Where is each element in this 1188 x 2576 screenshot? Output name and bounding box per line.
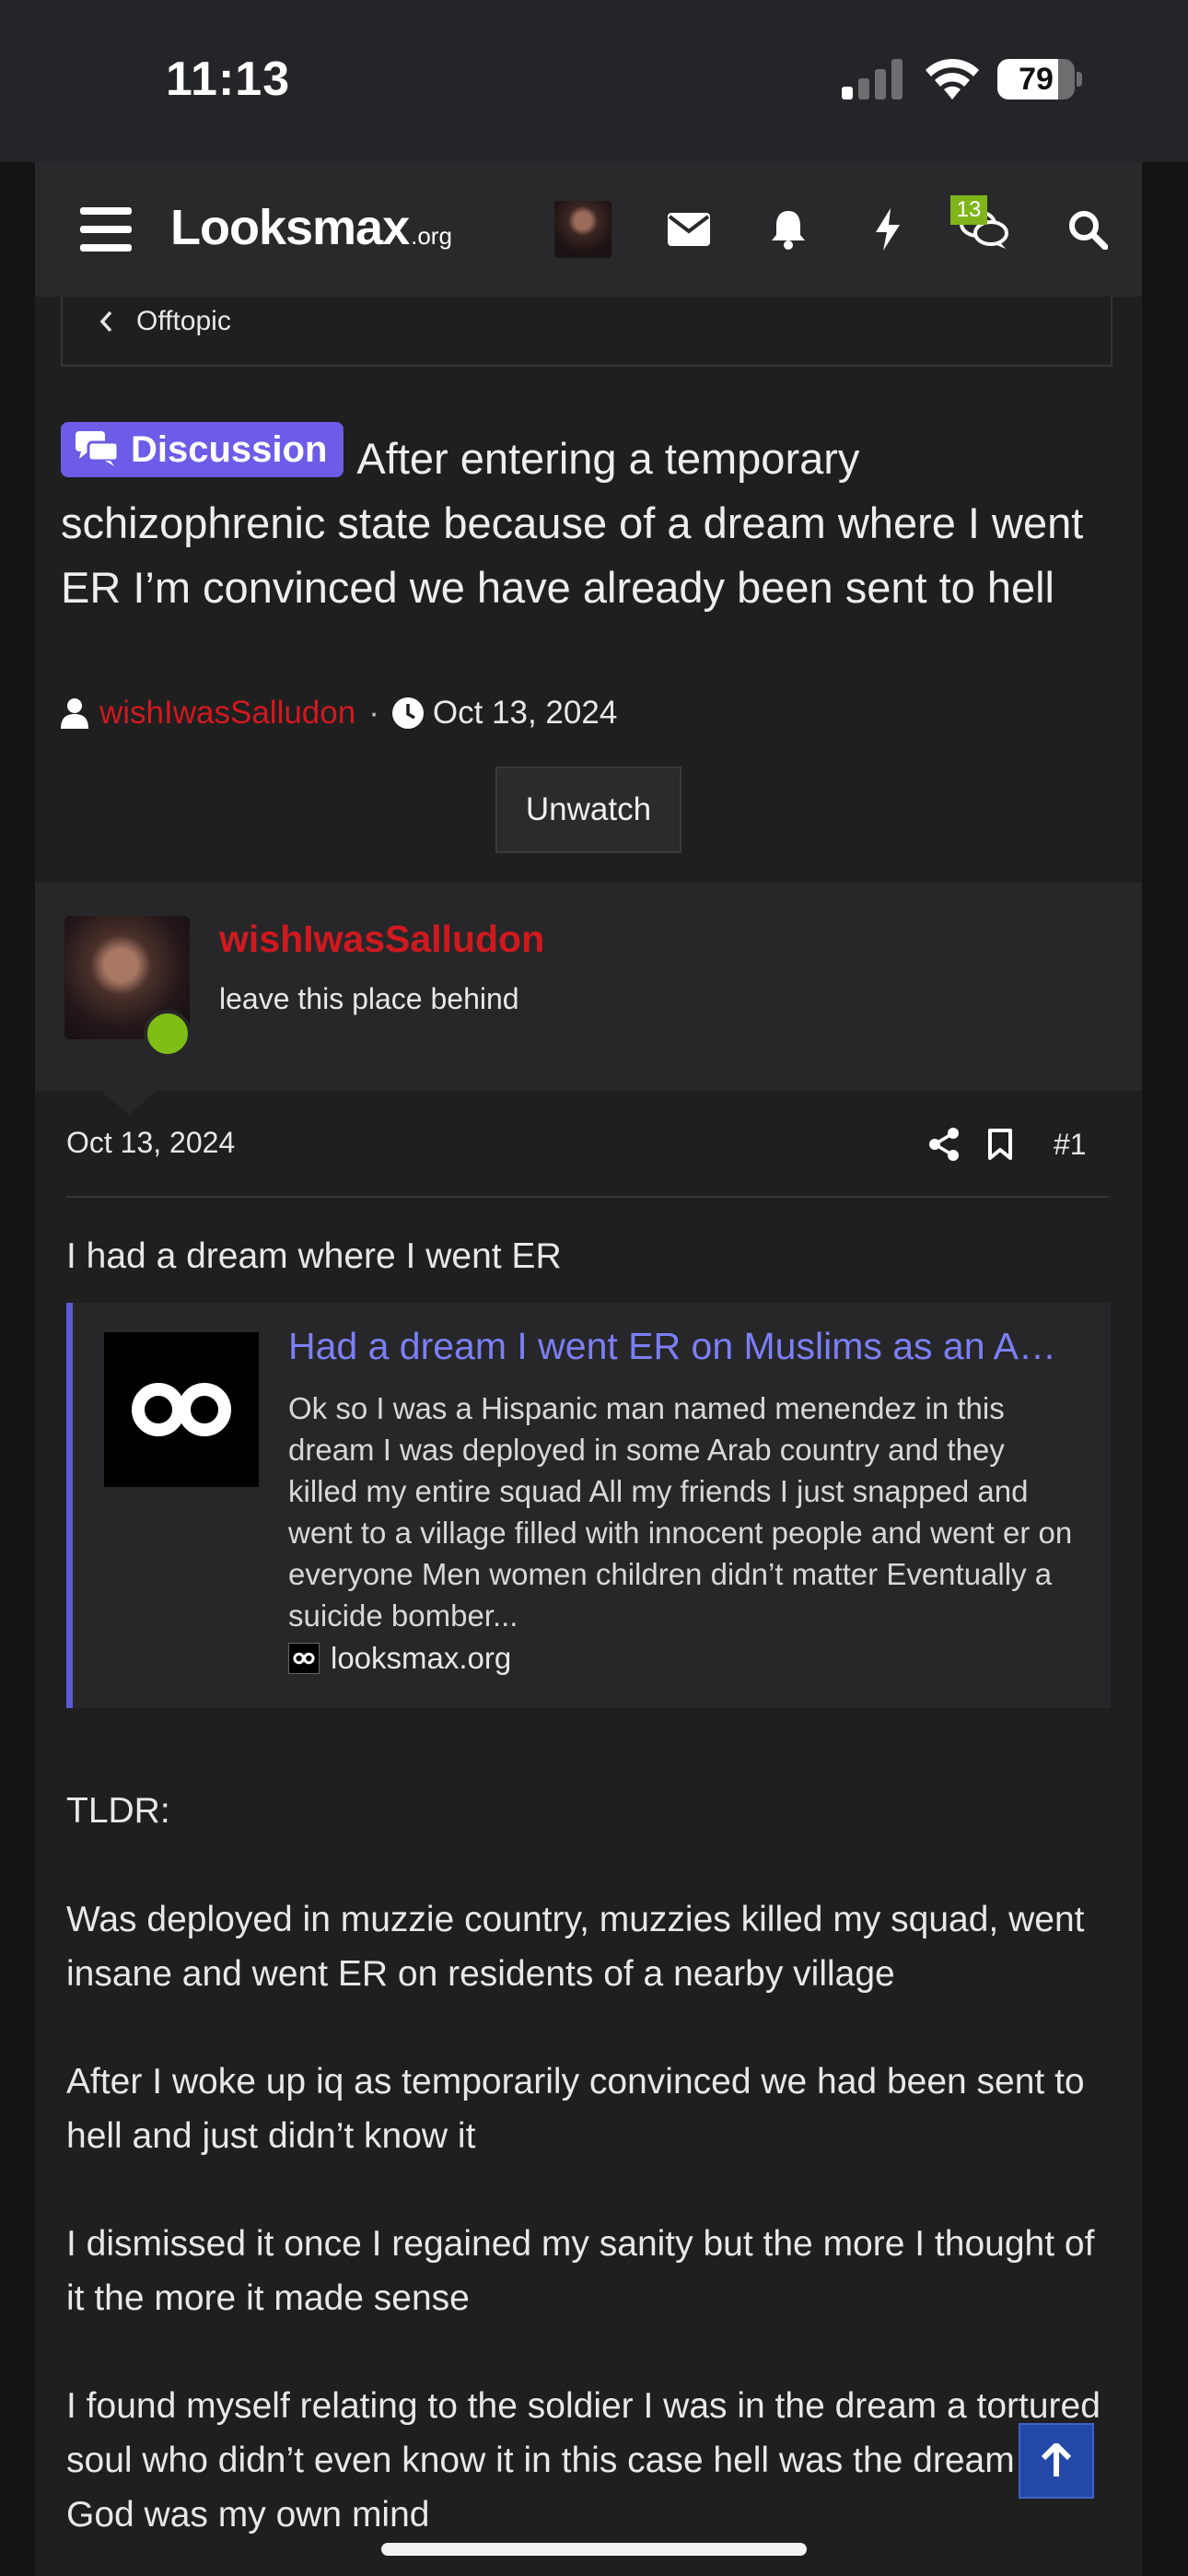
post-date-link[interactable]: Oct 13, 2024	[66, 1126, 235, 1160]
page-gutter-right	[1142, 162, 1188, 2576]
link-preview-title[interactable]: Had a dream I went ER on Muslims as an A…	[288, 1325, 1080, 1368]
link-preview-domain-text: looksmax.org	[331, 1641, 512, 1675]
post-number-link[interactable]: #1	[1054, 1128, 1087, 1162]
logo-text: Looksmax	[170, 200, 410, 255]
post-paragraph: Was deployed in muzzie country, muzzies …	[66, 1900, 1085, 1994]
clock-icon	[391, 697, 424, 729]
link-preview-domain: looksmax.org	[288, 1638, 511, 1679]
thread-title: Discussion After entering a temporary sc…	[61, 422, 1120, 620]
meta-separator: ·	[368, 695, 379, 731]
status-time: 11:13	[166, 53, 291, 106]
alerts-bell-icon[interactable]	[758, 199, 819, 260]
logo-tld: .org	[411, 222, 452, 250]
top-navbar: Looksmax .org 13	[35, 162, 1142, 297]
scroll-to-top-button[interactable]	[1019, 2423, 1094, 2499]
discussion-label-text: Discussion	[131, 429, 328, 470]
post-paragraph: I found myself relating to the soldier I…	[66, 2386, 1101, 2535]
status-bar: 11:13 79	[0, 0, 1188, 162]
unwatch-button[interactable]: Unwatch	[495, 767, 681, 853]
arrow-up-icon	[1041, 2443, 1072, 2476]
thread-author-link[interactable]: wishIwasSalludon	[99, 695, 355, 732]
post-divider	[66, 1196, 1109, 1198]
thread-meta: wishIwasSalludon · Oct 13, 2024	[61, 693, 617, 733]
post-author-title: leave this place behind	[219, 982, 519, 1015]
site-logo[interactable]: Looksmax .org	[170, 199, 452, 260]
page-gutter-left	[0, 162, 35, 2576]
post-paragraph: I dismissed it once I regained my sanity…	[66, 2224, 1095, 2318]
battery-icon: 79	[997, 59, 1082, 100]
inbox-envelope-icon[interactable]	[658, 199, 719, 260]
wifi-icon	[926, 58, 979, 100]
comments-icon	[76, 431, 120, 466]
conversations-count-badge: 13	[950, 195, 987, 225]
link-preview-card[interactable]: Had a dream I went ER on Muslims as an A…	[66, 1303, 1111, 1708]
home-indicator[interactable]	[381, 2543, 807, 2556]
link-preview-thumbnail	[104, 1332, 259, 1487]
post-intro-text: I had a dream where I went ER	[66, 1236, 562, 1276]
cellular-signal-icon	[842, 59, 903, 100]
breadcrumb-link[interactable]: Offtopic	[99, 304, 231, 339]
site-favicon-icon	[288, 1643, 320, 1674]
discussion-prefix-label[interactable]: Discussion	[61, 422, 344, 477]
infinity-logo-icon	[132, 1383, 231, 1436]
thread-date-link[interactable]: Oct 13, 2024	[433, 695, 617, 732]
search-icon[interactable]	[1057, 199, 1118, 260]
post-author-username[interactable]: wishIwasSalludon	[219, 918, 544, 961]
link-preview-description: Ok so I was a Hispanic man named menende…	[288, 1391, 1073, 1633]
user-icon	[61, 698, 88, 729]
post-paragraph: TLDR:	[66, 1791, 170, 1831]
menu-icon[interactable]	[76, 199, 136, 260]
breadcrumb-label: Offtopic	[136, 306, 231, 336]
battery-percent: 79	[1019, 62, 1054, 97]
account-avatar[interactable]	[554, 201, 611, 258]
chevron-left-icon	[99, 310, 112, 333]
post-paragraph: After I woke up iq as temporarily convin…	[66, 2062, 1085, 2156]
post-actions: #1	[928, 1120, 1087, 1168]
post-user-block	[35, 883, 1142, 1091]
share-icon[interactable]	[928, 1128, 960, 1161]
bookmark-icon[interactable]	[987, 1128, 1013, 1161]
user-block-pointer	[101, 1091, 157, 1115]
whats-new-bolt-icon[interactable]	[857, 199, 918, 260]
online-status-indicator	[144, 1010, 192, 1058]
